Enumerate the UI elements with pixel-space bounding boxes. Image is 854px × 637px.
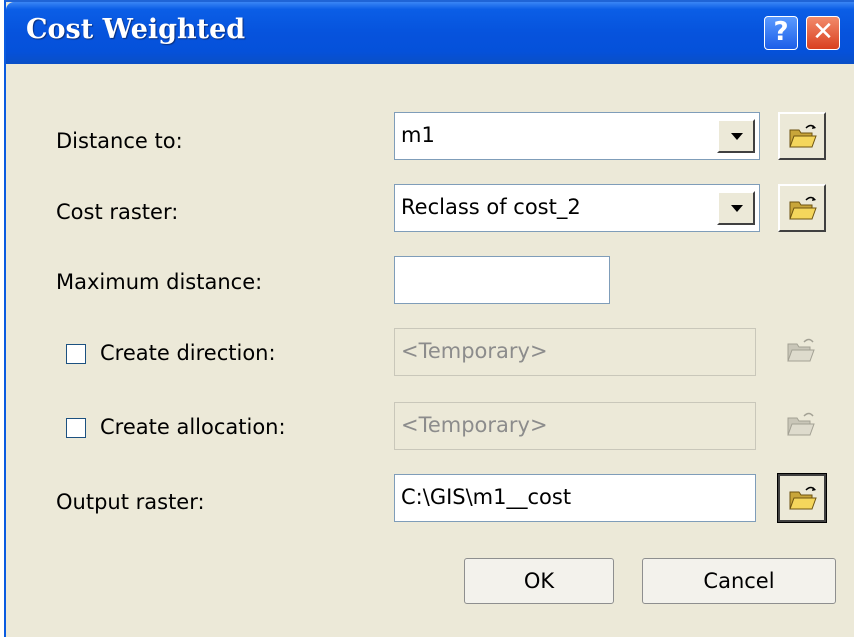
open-folder-icon — [787, 338, 815, 362]
distance-to-combo[interactable]: m1 — [394, 112, 760, 160]
cost-raster-label: Cost raster: — [56, 200, 179, 224]
open-folder-icon — [789, 196, 817, 220]
cost-raster-browse-button[interactable] — [778, 184, 826, 232]
ok-button[interactable]: OK — [464, 558, 614, 604]
create-direction-input: <Temporary> — [394, 328, 756, 376]
chevron-down-icon[interactable] — [717, 191, 755, 225]
maximum-distance-input[interactable] — [394, 256, 610, 304]
close-button[interactable]: ✕ — [806, 16, 840, 50]
cost-weighted-dialog: Cost Weighted ? ✕ Distance to: m1 Cost r… — [4, 0, 854, 637]
cost-raster-combo[interactable]: Reclass of cost_2 — [394, 184, 760, 232]
create-allocation-browse-button — [778, 402, 826, 450]
cancel-button[interactable]: Cancel — [642, 558, 836, 604]
distance-to-value: m1 — [401, 123, 435, 147]
distance-to-label: Distance to: — [56, 129, 183, 153]
window-title: Cost Weighted — [26, 14, 246, 45]
output-raster-input[interactable]: C:\GIS\m1__cost — [394, 474, 756, 522]
help-button[interactable]: ? — [764, 16, 798, 50]
open-folder-icon — [789, 486, 817, 510]
open-folder-icon — [787, 412, 815, 436]
create-direction-label: Create direction: — [100, 341, 276, 365]
chevron-down-icon[interactable] — [717, 119, 755, 153]
open-folder-icon — [789, 124, 817, 148]
create-allocation-label: Create allocation: — [100, 415, 286, 439]
maximum-distance-label: Maximum distance: — [56, 270, 263, 294]
output-raster-label: Output raster: — [56, 490, 205, 514]
create-allocation-checkbox[interactable] — [66, 418, 86, 438]
create-direction-checkbox[interactable] — [66, 344, 86, 364]
output-raster-browse-button[interactable] — [777, 473, 827, 523]
distance-to-browse-button[interactable] — [778, 112, 826, 160]
create-direction-browse-button — [778, 328, 826, 376]
create-allocation-input: <Temporary> — [394, 402, 756, 450]
title-bar: Cost Weighted ? ✕ — [6, 2, 854, 64]
cost-raster-value: Reclass of cost_2 — [401, 195, 581, 219]
